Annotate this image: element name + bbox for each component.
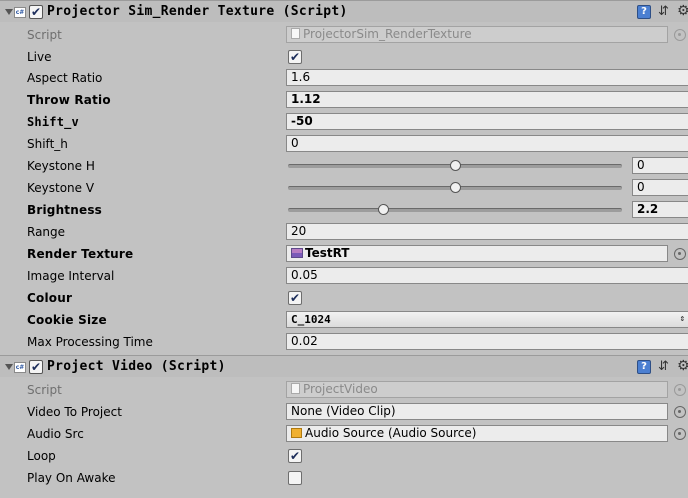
component-enabled-checkbox[interactable]: ✔ [29,5,43,19]
foldout-arrow-icon[interactable] [5,9,13,15]
row-max-processing-time: Max Processing Time 0.02 [0,331,688,353]
row-video-to-project: Video To Project None (Video Clip) [0,401,688,423]
row-colour: Colour ✔ [0,287,688,309]
row-play-on-awake: Play On Awake [0,467,688,489]
preset-icon[interactable]: ⇵ [658,4,669,20]
live-checkbox[interactable]: ✔ [288,50,302,64]
help-icon[interactable]: ? [637,360,651,374]
object-picker-icon[interactable] [674,406,686,418]
row-keystone-h: Keystone H 0 [0,155,688,177]
video-to-project-field[interactable]: None (Video Clip) [286,403,668,420]
row-aspect-ratio: Aspect Ratio 1.6 [0,67,688,89]
field-label: Shift_h [27,137,68,151]
aspect-ratio-input[interactable]: 1.6 [286,69,688,86]
audio-src-field[interactable]: Audio Source (Audio Source) [286,425,668,442]
brightness-slider-thumb[interactable] [378,204,390,215]
field-label: Aspect Ratio [27,71,103,85]
row-loop: Loop ✔ [0,445,688,467]
row-shift-v: Shift_v -50 [0,111,688,133]
help-icon[interactable]: ? [637,5,651,19]
range-input[interactable]: 20 [286,223,688,240]
field-label: Video To Project [27,405,122,419]
brightness-slider-track[interactable] [288,208,622,212]
row-image-interval: Image Interval 0.05 [0,265,688,287]
component-enabled-checkbox[interactable]: ✔ [29,360,43,374]
script-file-icon [291,28,300,39]
field-label: Throw Ratio [27,93,111,107]
gear-icon[interactable]: ⚙ [677,3,688,19]
gear-icon[interactable]: ⚙ [677,358,688,374]
field-label: Keystone V [27,181,95,195]
keystone-h-slider-thumb[interactable] [449,160,461,171]
field-label: Loop [27,449,56,463]
field-label: Render Texture [27,247,134,261]
cookie-size-value: C_1024 [291,313,331,326]
row-shift-h: Shift_h 0 [0,133,688,155]
row-script: Script ProjectorSim_RenderTexture [0,24,688,46]
render-texture-value: TestRT [305,246,350,260]
row-brightness: Brightness 2.2 [0,199,688,221]
field-label: Script [27,383,62,397]
object-picker-icon [674,29,686,41]
script-value: ProjectVideo [303,382,378,396]
loop-checkbox[interactable]: ✔ [288,449,302,463]
field-label: Brightness [27,203,103,217]
keystone-h-input[interactable]: 0 [632,157,688,174]
field-label: Shift_v [27,115,79,129]
row-keystone-v: Keystone V 0 [0,177,688,199]
field-label: Play On Awake [27,471,116,485]
cookie-size-dropdown[interactable]: C_1024 ⇕ [286,311,688,328]
field-label: Keystone H [27,159,95,173]
keystone-v-slider-thumb[interactable] [449,182,461,193]
field-label: Max Processing Time [27,335,153,349]
object-picker-icon[interactable] [674,428,686,440]
audio-source-icon [291,428,302,438]
component-header-projector-sim[interactable]: c# ✔ Projector Sim_Render Texture (Scrip… [0,0,688,22]
object-picker-icon[interactable] [674,248,686,260]
image-interval-input[interactable]: 0.05 [286,267,688,284]
keystone-v-input[interactable]: 0 [632,179,688,196]
script-field: ProjectorSim_RenderTexture [286,26,668,43]
field-label: Colour [27,291,73,305]
csharp-script-icon: c# [14,362,26,373]
shift-v-input[interactable]: -50 [286,113,688,130]
field-label: Cookie Size [27,313,107,327]
preset-icon[interactable]: ⇵ [658,359,669,375]
field-label: Script [27,28,62,42]
render-texture-field[interactable]: TestRT [286,245,668,262]
row-audio-src: Audio Src Audio Source (Audio Source) [0,423,688,445]
object-picker-icon [674,384,686,396]
component-title: Project Video (Script) [47,359,226,374]
row-live: Live ✔ [0,46,688,68]
audio-src-value: Audio Source (Audio Source) [305,426,477,440]
script-field: ProjectVideo [286,381,668,398]
row-throw-ratio: Throw Ratio 1.12 [0,89,688,111]
field-label: Audio Src [27,427,84,441]
shift-h-input[interactable]: 0 [286,135,688,152]
csharp-script-icon: c# [14,7,26,18]
field-label: Image Interval [27,269,115,283]
render-texture-icon [291,248,303,258]
foldout-arrow-icon[interactable] [5,364,13,370]
field-label: Live [27,50,52,64]
row-range: Range 20 [0,221,688,243]
dropdown-arrow-icon: ⇕ [679,314,685,324]
colour-checkbox[interactable]: ✔ [288,291,302,305]
script-file-icon [291,383,300,394]
brightness-input[interactable]: 2.2 [632,201,688,218]
script-value: ProjectorSim_RenderTexture [303,27,472,41]
component-title: Projector Sim_Render Texture (Script) [47,4,348,19]
max-processing-time-input[interactable]: 0.02 [286,333,688,350]
row-cookie-size: Cookie Size C_1024 ⇕ [0,309,688,331]
row-render-texture: Render Texture TestRT [0,243,688,265]
component-header-project-video[interactable]: c# ✔ Project Video (Script) ? ⇵ ⚙ [0,355,688,377]
row-script: Script ProjectVideo [0,379,688,401]
field-label: Range [27,225,66,239]
throw-ratio-input[interactable]: 1.12 [286,91,688,108]
play-on-awake-checkbox[interactable] [288,471,302,485]
